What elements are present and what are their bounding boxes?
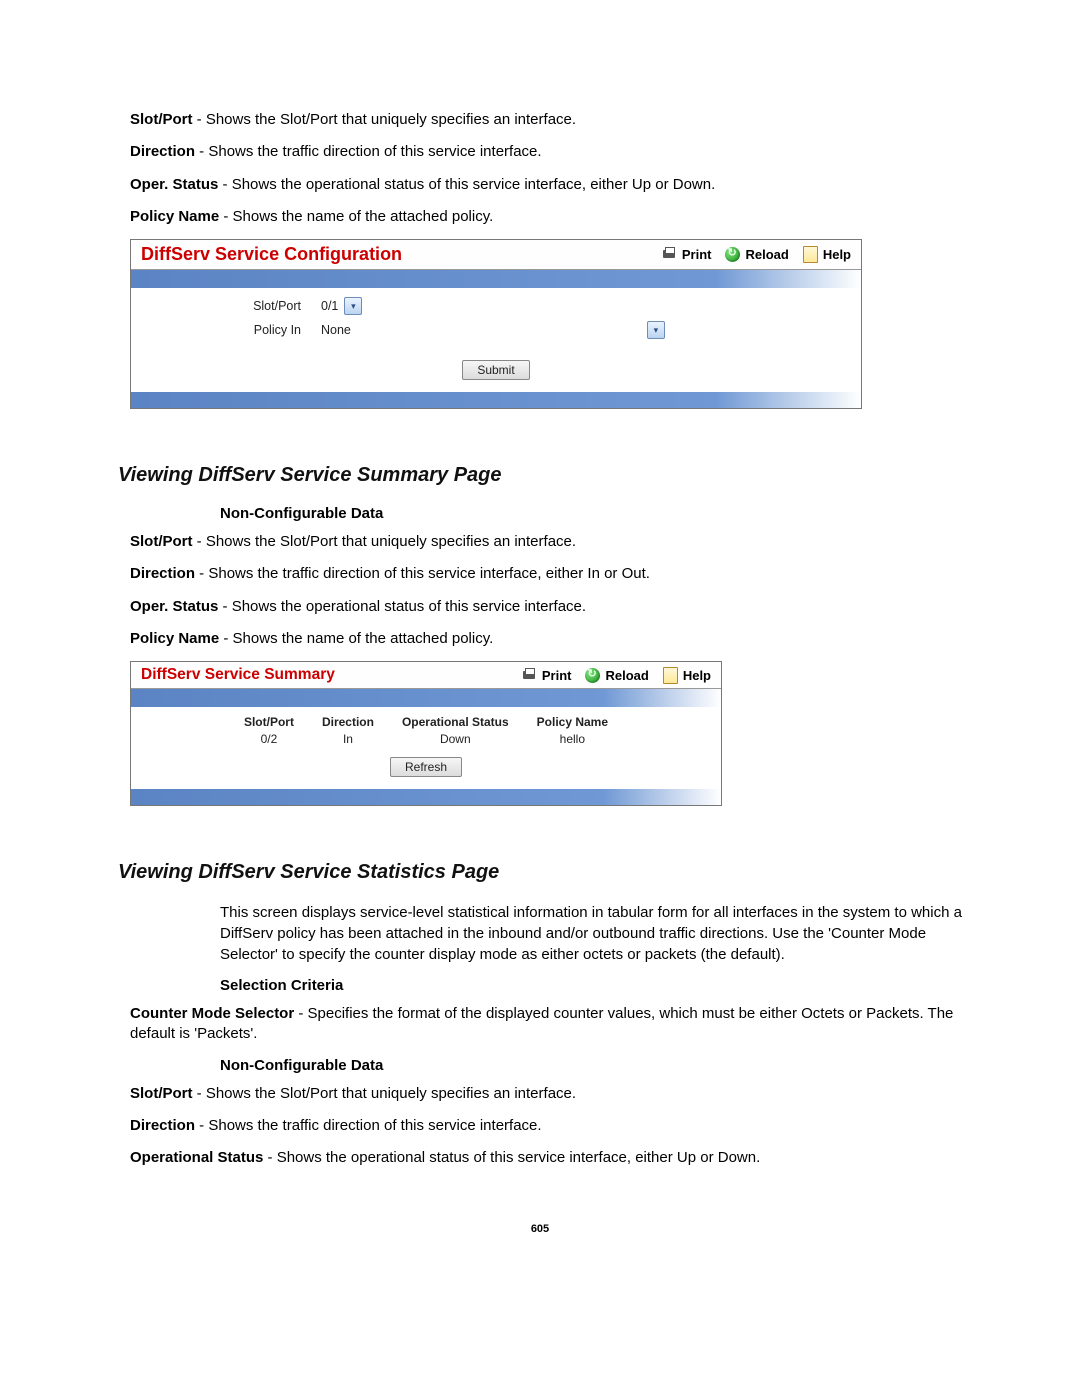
def-term: Direction xyxy=(130,1117,195,1134)
stats-intro: This screen displays service-level stati… xyxy=(220,902,980,965)
def-term: Counter Mode Selector xyxy=(130,1005,294,1022)
form-row-slot-port: Slot/Port 0/1 ▾ xyxy=(141,294,851,318)
panel-header: DiffServ Service Summary Print Reload He… xyxy=(131,662,721,689)
cell-oper-status: Down xyxy=(388,731,523,747)
help-icon xyxy=(803,246,818,263)
decorative-bar xyxy=(131,689,721,707)
form-row-policy-in: Policy In None ▾ xyxy=(141,318,851,342)
panel-header: DiffServ Service Configuration Print Rel… xyxy=(131,240,861,270)
def-desc: - Shows the name of the attached policy. xyxy=(219,208,493,225)
print-icon xyxy=(662,247,677,262)
reload-icon xyxy=(585,668,600,683)
decorative-bar xyxy=(131,789,721,805)
def-policy-name: Policy Name - Shows the name of the atta… xyxy=(130,207,980,227)
reload-label: Reload xyxy=(605,668,648,683)
panel-title: DiffServ Service Summary xyxy=(141,666,508,684)
def-term: Policy Name xyxy=(130,630,219,647)
panel-title: DiffServ Service Configuration xyxy=(141,244,648,265)
def-term: Slot/Port xyxy=(130,111,193,128)
def-term: Policy Name xyxy=(130,208,219,225)
refresh-button[interactable]: Refresh xyxy=(390,757,462,777)
def-desc: - Shows the traffic direction of this se… xyxy=(195,143,542,160)
table-header-row: Slot/Port Direction Operational Status P… xyxy=(230,713,622,731)
print-icon xyxy=(522,668,537,683)
panel-diffserv-summary: DiffServ Service Summary Print Reload He… xyxy=(130,661,722,806)
policy-in-label: Policy In xyxy=(141,323,321,337)
heading-summary: Viewing DiffServ Service Summary Page xyxy=(118,464,980,487)
def-desc: - Shows the operational status of this s… xyxy=(263,1149,760,1166)
def-direction: Direction - Shows the traffic direction … xyxy=(130,142,980,162)
subhead-nonconfig: Non-Configurable Data xyxy=(220,1057,980,1074)
print-button[interactable]: Print xyxy=(522,668,572,683)
def-term: Slot/Port xyxy=(130,1085,193,1102)
slot-port-value: 0/1 xyxy=(321,299,338,313)
def-desc: - Shows the traffic direction of this se… xyxy=(195,565,650,582)
print-button[interactable]: Print xyxy=(662,247,712,262)
help-button[interactable]: Help xyxy=(803,246,851,263)
help-label: Help xyxy=(683,668,711,683)
def-term: Slot/Port xyxy=(130,533,193,550)
def-desc: - Shows the Slot/Port that uniquely spec… xyxy=(193,111,577,128)
policy-in-dropdown[interactable]: ▾ xyxy=(647,321,665,339)
def-term: Oper. Status xyxy=(130,176,218,193)
subhead-selection-criteria: Selection Criteria xyxy=(220,977,980,994)
reload-icon xyxy=(725,247,740,262)
def-term: Operational Status xyxy=(130,1149,263,1166)
cell-direction: In xyxy=(308,731,388,747)
col-slot-port: Slot/Port xyxy=(230,713,308,731)
reload-button[interactable]: Reload xyxy=(725,247,788,262)
def-direction: Direction - Shows the traffic direction … xyxy=(130,1116,980,1136)
panel-body: Slot/Port 0/1 ▾ Policy In None ▾ Submit xyxy=(131,288,861,392)
print-label: Print xyxy=(542,668,572,683)
cell-policy-name: hello xyxy=(523,731,622,747)
def-desc: - Shows the operational status of this s… xyxy=(218,598,586,615)
def-desc: - Shows the operational status of this s… xyxy=(218,176,715,193)
reload-button[interactable]: Reload xyxy=(585,668,648,683)
cell-slot-port: 0/2 xyxy=(230,731,308,747)
def-slot-port: Slot/Port - Shows the Slot/Port that uni… xyxy=(130,1084,980,1104)
col-direction: Direction xyxy=(308,713,388,731)
submit-button[interactable]: Submit xyxy=(462,360,529,380)
def-desc: - Shows the name of the attached policy. xyxy=(219,630,493,647)
panel-body: Slot/Port Direction Operational Status P… xyxy=(131,707,721,789)
def-term: Direction xyxy=(130,143,195,160)
help-button[interactable]: Help xyxy=(663,667,711,684)
slot-port-dropdown[interactable]: ▾ xyxy=(344,297,362,315)
decorative-bar xyxy=(131,270,861,288)
document-page: Slot/Port - Shows the Slot/Port that uni… xyxy=(0,0,1080,1295)
decorative-bar xyxy=(131,392,861,408)
def-operational-status: Operational Status - Shows the operation… xyxy=(130,1148,980,1168)
def-oper-status: Oper. Status - Shows the operational sta… xyxy=(130,175,980,195)
reload-label: Reload xyxy=(745,247,788,262)
def-desc: - Shows the traffic direction of this se… xyxy=(195,1117,542,1134)
col-oper-status: Operational Status xyxy=(388,713,523,731)
page-number: 605 xyxy=(100,1223,980,1235)
def-direction: Direction - Shows the traffic direction … xyxy=(130,564,980,584)
def-oper-status: Oper. Status - Shows the operational sta… xyxy=(130,597,980,617)
heading-statistics: Viewing DiffServ Service Statistics Page xyxy=(118,861,980,884)
slot-port-label: Slot/Port xyxy=(141,299,321,313)
policy-in-value: None xyxy=(321,323,351,337)
col-policy-name: Policy Name xyxy=(523,713,622,731)
def-policy-name: Policy Name - Shows the name of the atta… xyxy=(130,629,980,649)
def-desc: - Shows the Slot/Port that uniquely spec… xyxy=(193,533,577,550)
def-desc: - Shows the Slot/Port that uniquely spec… xyxy=(193,1085,577,1102)
help-icon xyxy=(663,667,678,684)
summary-table: Slot/Port Direction Operational Status P… xyxy=(230,713,622,747)
help-label: Help xyxy=(823,247,851,262)
def-term: Oper. Status xyxy=(130,598,218,615)
def-counter-mode: Counter Mode Selector - Specifies the fo… xyxy=(130,1004,980,1045)
table-row: 0/2 In Down hello xyxy=(230,731,622,747)
print-label: Print xyxy=(682,247,712,262)
panel-diffserv-config: DiffServ Service Configuration Print Rel… xyxy=(130,239,862,409)
def-slot-port: Slot/Port - Shows the Slot/Port that uni… xyxy=(130,532,980,552)
subhead-nonconfig: Non-Configurable Data xyxy=(220,505,980,522)
def-term: Direction xyxy=(130,565,195,582)
def-slot-port: Slot/Port - Shows the Slot/Port that uni… xyxy=(130,110,980,130)
